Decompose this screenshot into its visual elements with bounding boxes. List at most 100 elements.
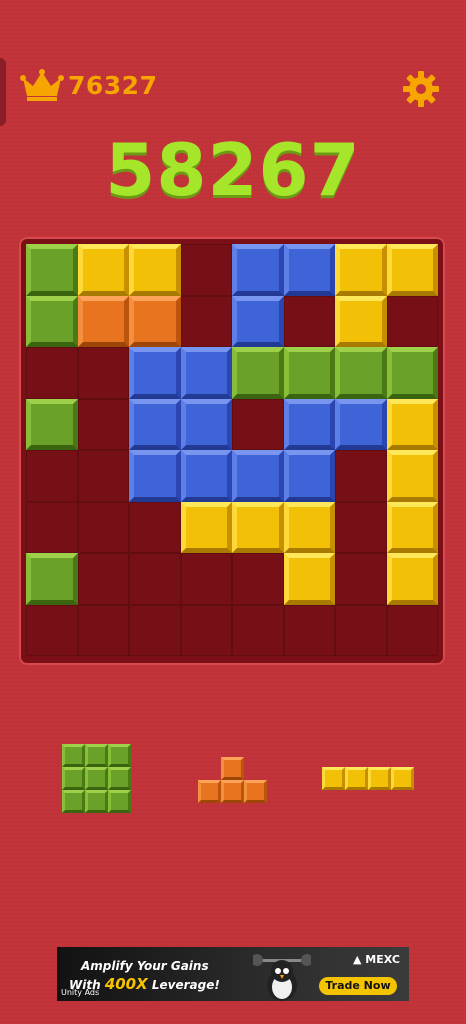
board-cell[interactable] [129,501,181,553]
board-cell[interactable] [335,604,387,656]
board-cell[interactable] [129,450,181,502]
board-cell[interactable] [335,295,387,347]
trade-now-button[interactable]: Trade Now [319,977,397,995]
board-cell[interactable] [335,347,387,399]
piece-block [62,744,85,767]
board-cell[interactable] [386,398,438,450]
ad-subline-suffix: Leverage! [147,978,220,992]
board-cell[interactable] [26,501,78,553]
board-cell[interactable] [283,450,335,502]
board-cell[interactable] [180,604,232,656]
board-cell[interactable] [283,398,335,450]
board-cell[interactable] [386,295,438,347]
board-cell[interactable] [129,295,181,347]
board-cell[interactable] [232,295,284,347]
board-cell[interactable] [283,501,335,553]
board-cell[interactable] [26,244,78,296]
board-cell[interactable] [26,604,78,656]
blue-block [335,398,387,450]
board-cell[interactable] [77,398,129,450]
board-cell[interactable] [283,553,335,605]
board-cell[interactable] [129,553,181,605]
board-cell[interactable] [129,347,181,399]
board-cell[interactable] [180,398,232,450]
piece-block [85,744,108,767]
board-cell[interactable] [180,295,232,347]
board-cell[interactable] [180,347,232,399]
orange-block [77,295,129,347]
best-score-value: 76327 [68,70,158,100]
piece-block [85,767,108,790]
board-cell[interactable] [386,347,438,399]
board-cell[interactable] [232,398,284,450]
yellow-block [386,450,438,502]
piece-2[interactable] [198,757,267,803]
board-cell[interactable] [232,553,284,605]
board-cell[interactable] [232,347,284,399]
board-cell[interactable] [180,244,232,296]
board-cell[interactable] [26,295,78,347]
blue-block [129,347,181,399]
board-cell[interactable] [386,553,438,605]
board-cell[interactable] [77,244,129,296]
piece-1[interactable] [62,744,131,813]
orange-block [129,295,181,347]
piece-block [221,757,244,780]
board-cell[interactable] [386,450,438,502]
board-cell[interactable] [77,604,129,656]
board-cell[interactable] [232,450,284,502]
piece-block [368,767,391,790]
piece-block [62,790,85,813]
board-cell[interactable] [26,347,78,399]
blue-block [283,398,335,450]
blue-block [180,347,232,399]
board-cell[interactable] [180,450,232,502]
board-cell[interactable] [335,501,387,553]
board-grid[interactable] [26,244,438,656]
board-cell[interactable] [129,244,181,296]
board-cell[interactable] [77,347,129,399]
board-cell[interactable] [335,398,387,450]
board-cell[interactable] [26,450,78,502]
piece-block [221,780,244,803]
blue-block [283,244,335,296]
board-cell[interactable] [283,347,335,399]
blue-block [232,450,284,502]
board-cell[interactable] [232,501,284,553]
board-cell[interactable] [283,295,335,347]
piece-block [198,780,221,803]
board-cell[interactable] [386,501,438,553]
board-cell[interactable] [283,604,335,656]
board-cell[interactable] [386,244,438,296]
board-cell[interactable] [232,604,284,656]
piece-3[interactable] [322,767,414,790]
green-block [232,347,284,399]
board-cell[interactable] [335,553,387,605]
board-cell[interactable] [335,244,387,296]
ad-banner[interactable]: Amplify Your Gains With 400X Leverage! ▲… [57,947,409,1001]
green-block [386,347,438,399]
gear-icon[interactable] [402,70,440,108]
board-cell[interactable] [232,244,284,296]
board-cell[interactable] [77,450,129,502]
board-cell[interactable] [283,244,335,296]
board-cell[interactable] [26,398,78,450]
board-cell[interactable] [386,604,438,656]
board-cell[interactable] [77,501,129,553]
board-cell[interactable] [77,295,129,347]
board-cell[interactable] [129,604,181,656]
game-board[interactable] [19,237,445,665]
board-cell[interactable] [180,553,232,605]
board-cell[interactable] [129,398,181,450]
side-drawer-handle[interactable] [0,58,6,126]
board-cell[interactable] [335,450,387,502]
piece-block [108,767,131,790]
current-score: 58267 [105,128,361,212]
ad-leverage: 400X [104,975,148,993]
green-block [335,347,387,399]
yellow-block [180,501,232,553]
board-cell[interactable] [77,553,129,605]
board-cell[interactable] [180,501,232,553]
yellow-block [232,501,284,553]
board-cell[interactable] [26,553,78,605]
